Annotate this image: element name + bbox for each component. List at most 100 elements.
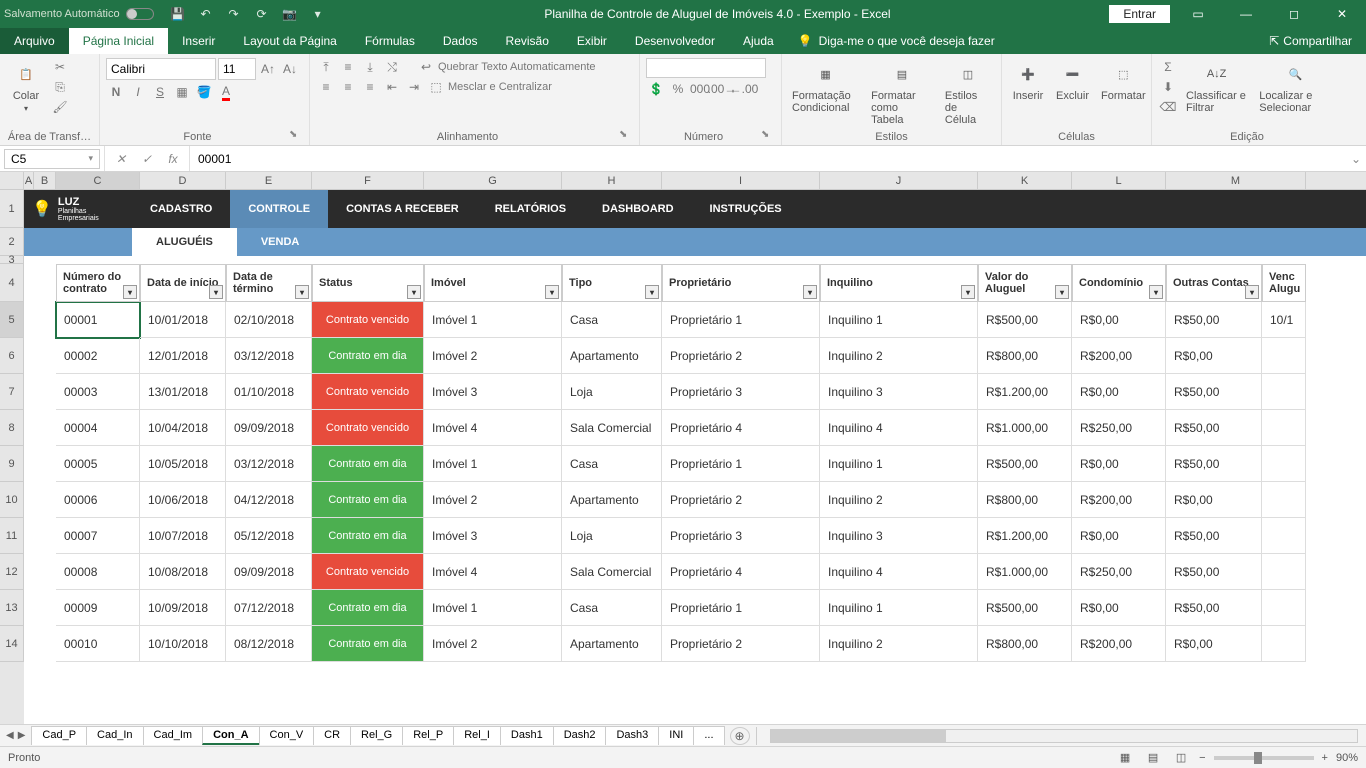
col-header-c[interactable]: C (56, 172, 140, 189)
zoom-level[interactable]: 90% (1336, 752, 1358, 764)
row-header-3[interactable]: 3 (0, 256, 24, 264)
cell-end-date[interactable]: 08/12/2018 (226, 626, 312, 662)
row-header-14[interactable]: 14 (0, 626, 24, 662)
sheet-tab-...[interactable]: ... (693, 726, 724, 745)
horizontal-scrollbar[interactable] (770, 729, 1358, 743)
cell-due[interactable] (1262, 554, 1306, 590)
filter-icon[interactable]: ▾ (295, 285, 309, 299)
cell-type[interactable]: Casa (562, 446, 662, 482)
qat-dropdown-icon[interactable]: ▾ (310, 6, 326, 22)
number-dialog-launcher[interactable]: ⬊ (761, 129, 775, 143)
align-bottom-icon[interactable]: ⤓ (360, 58, 380, 76)
signin-button[interactable]: Entrar (1109, 5, 1170, 23)
conditional-formatting-button[interactable]: ▦Formatação Condicional (788, 58, 863, 116)
page-layout-view-icon[interactable]: ▤ (1143, 750, 1163, 766)
col-header-m[interactable]: M (1166, 172, 1306, 189)
cell-contract-number[interactable]: 00002 (56, 338, 140, 374)
cell-property[interactable]: Imóvel 3 (424, 374, 562, 410)
cell-tenant[interactable]: Inquilino 1 (820, 302, 978, 338)
cell-status[interactable]: Contrato em dia (312, 626, 424, 662)
col-header-g[interactable]: G (424, 172, 562, 189)
cell-contract-number[interactable]: 00003 (56, 374, 140, 410)
cell-condo[interactable]: R$250,00 (1072, 554, 1166, 590)
cell-rent[interactable]: R$1.000,00 (978, 410, 1072, 446)
filter-icon[interactable]: ▾ (1055, 285, 1069, 299)
formula-input[interactable] (190, 149, 1346, 169)
cell-other[interactable]: R$50,00 (1166, 590, 1262, 626)
cell-tenant[interactable]: Inquilino 1 (820, 446, 978, 482)
cell-condo[interactable]: R$200,00 (1072, 482, 1166, 518)
row-header-2[interactable]: 2 (0, 228, 24, 256)
cell-type[interactable]: Sala Comercial (562, 410, 662, 446)
clear-icon[interactable]: ⌫ (1158, 98, 1178, 116)
font-size-input[interactable] (218, 58, 256, 80)
nav-contas-receber[interactable]: CONTAS A RECEBER (328, 190, 477, 228)
cell-end-date[interactable]: 09/09/2018 (226, 410, 312, 446)
cell-tenant[interactable]: Inquilino 3 (820, 518, 978, 554)
sheet-tab-Con_A[interactable]: Con_A (202, 726, 259, 745)
cell-end-date[interactable]: 01/10/2018 (226, 374, 312, 410)
col-header-l[interactable]: L (1072, 172, 1166, 189)
cell-condo[interactable]: R$0,00 (1072, 302, 1166, 338)
cell-status[interactable]: Contrato vencido (312, 302, 424, 338)
cell-owner[interactable]: Proprietário 2 (662, 338, 820, 374)
cell-type[interactable]: Loja (562, 374, 662, 410)
cell-contract-number[interactable]: 00008 (56, 554, 140, 590)
cancel-formula-icon[interactable]: ✕ (109, 149, 133, 169)
select-all-corner[interactable] (0, 172, 24, 189)
format-cells-button[interactable]: ⬚Formatar (1097, 58, 1150, 104)
cell-end-date[interactable]: 09/09/2018 (226, 554, 312, 590)
align-middle-icon[interactable]: ≡ (338, 58, 358, 76)
col-header-i[interactable]: I (662, 172, 820, 189)
sheet-tab-Cad_In[interactable]: Cad_In (86, 726, 143, 745)
cell-owner[interactable]: Proprietário 2 (662, 482, 820, 518)
cell-status[interactable]: Contrato vencido (312, 374, 424, 410)
tab-view[interactable]: Exibir (563, 28, 621, 54)
cell-other[interactable]: R$50,00 (1166, 518, 1262, 554)
nav-dashboard[interactable]: DASHBOARD (584, 190, 692, 228)
autosum-icon[interactable]: Σ (1158, 58, 1178, 76)
row-header-9[interactable]: 9 (0, 446, 24, 482)
cell-owner[interactable]: Proprietário 1 (662, 590, 820, 626)
sheet-tab-Dash3[interactable]: Dash3 (605, 726, 659, 745)
cell-due[interactable] (1262, 446, 1306, 482)
underline-button[interactable]: S (150, 83, 170, 101)
cell-contract-number[interactable]: 00010 (56, 626, 140, 662)
cell-other[interactable]: R$0,00 (1166, 482, 1262, 518)
filter-icon[interactable]: ▾ (407, 285, 421, 299)
cell-type[interactable]: Apartamento (562, 482, 662, 518)
decrease-font-icon[interactable]: A↓ (280, 60, 300, 78)
tab-review[interactable]: Revisão (492, 28, 563, 54)
font-name-input[interactable] (106, 58, 216, 80)
cell-other[interactable]: R$50,00 (1166, 410, 1262, 446)
cell-owner[interactable]: Proprietário 3 (662, 518, 820, 554)
nav-instrucoes[interactable]: INSTRUÇÕES (692, 190, 800, 228)
tell-me-box[interactable]: 💡 Diga-me o que você deseja fazer (788, 28, 1005, 54)
cell-other[interactable]: R$0,00 (1166, 626, 1262, 662)
currency-icon[interactable]: 💲 (646, 80, 666, 98)
orientation-icon[interactable]: ⤭ (382, 58, 402, 76)
cell-status[interactable]: Contrato em dia (312, 518, 424, 554)
cell-contract-number[interactable]: 00007 (56, 518, 140, 554)
row-header-10[interactable]: 10 (0, 482, 24, 518)
cell-owner[interactable]: Proprietário 1 (662, 446, 820, 482)
row-header-11[interactable]: 11 (0, 518, 24, 554)
cell-rent[interactable]: R$800,00 (978, 338, 1072, 374)
col-header-j[interactable]: J (820, 172, 978, 189)
cell-styles-button[interactable]: ◫Estilos de Célula (941, 58, 995, 128)
col-header-d[interactable]: D (140, 172, 226, 189)
cell-property[interactable]: Imóvel 4 (424, 410, 562, 446)
redo-icon[interactable]: ↷ (226, 6, 242, 22)
cell-due[interactable] (1262, 518, 1306, 554)
percent-icon[interactable]: % (668, 80, 688, 98)
sheet-tab-Dash2[interactable]: Dash2 (553, 726, 607, 745)
col-header-e[interactable]: E (226, 172, 312, 189)
cell-due[interactable] (1262, 482, 1306, 518)
align-left-icon[interactable]: ≡ (316, 78, 336, 96)
enter-formula-icon[interactable]: ✓ (135, 149, 159, 169)
borders-icon[interactable]: ▦ (172, 83, 192, 101)
nav-controle[interactable]: CONTROLE (230, 190, 328, 228)
tab-insert[interactable]: Inserir (168, 28, 229, 54)
cell-rent[interactable]: R$800,00 (978, 626, 1072, 662)
ribbon-options-icon[interactable]: ▭ (1178, 0, 1218, 28)
